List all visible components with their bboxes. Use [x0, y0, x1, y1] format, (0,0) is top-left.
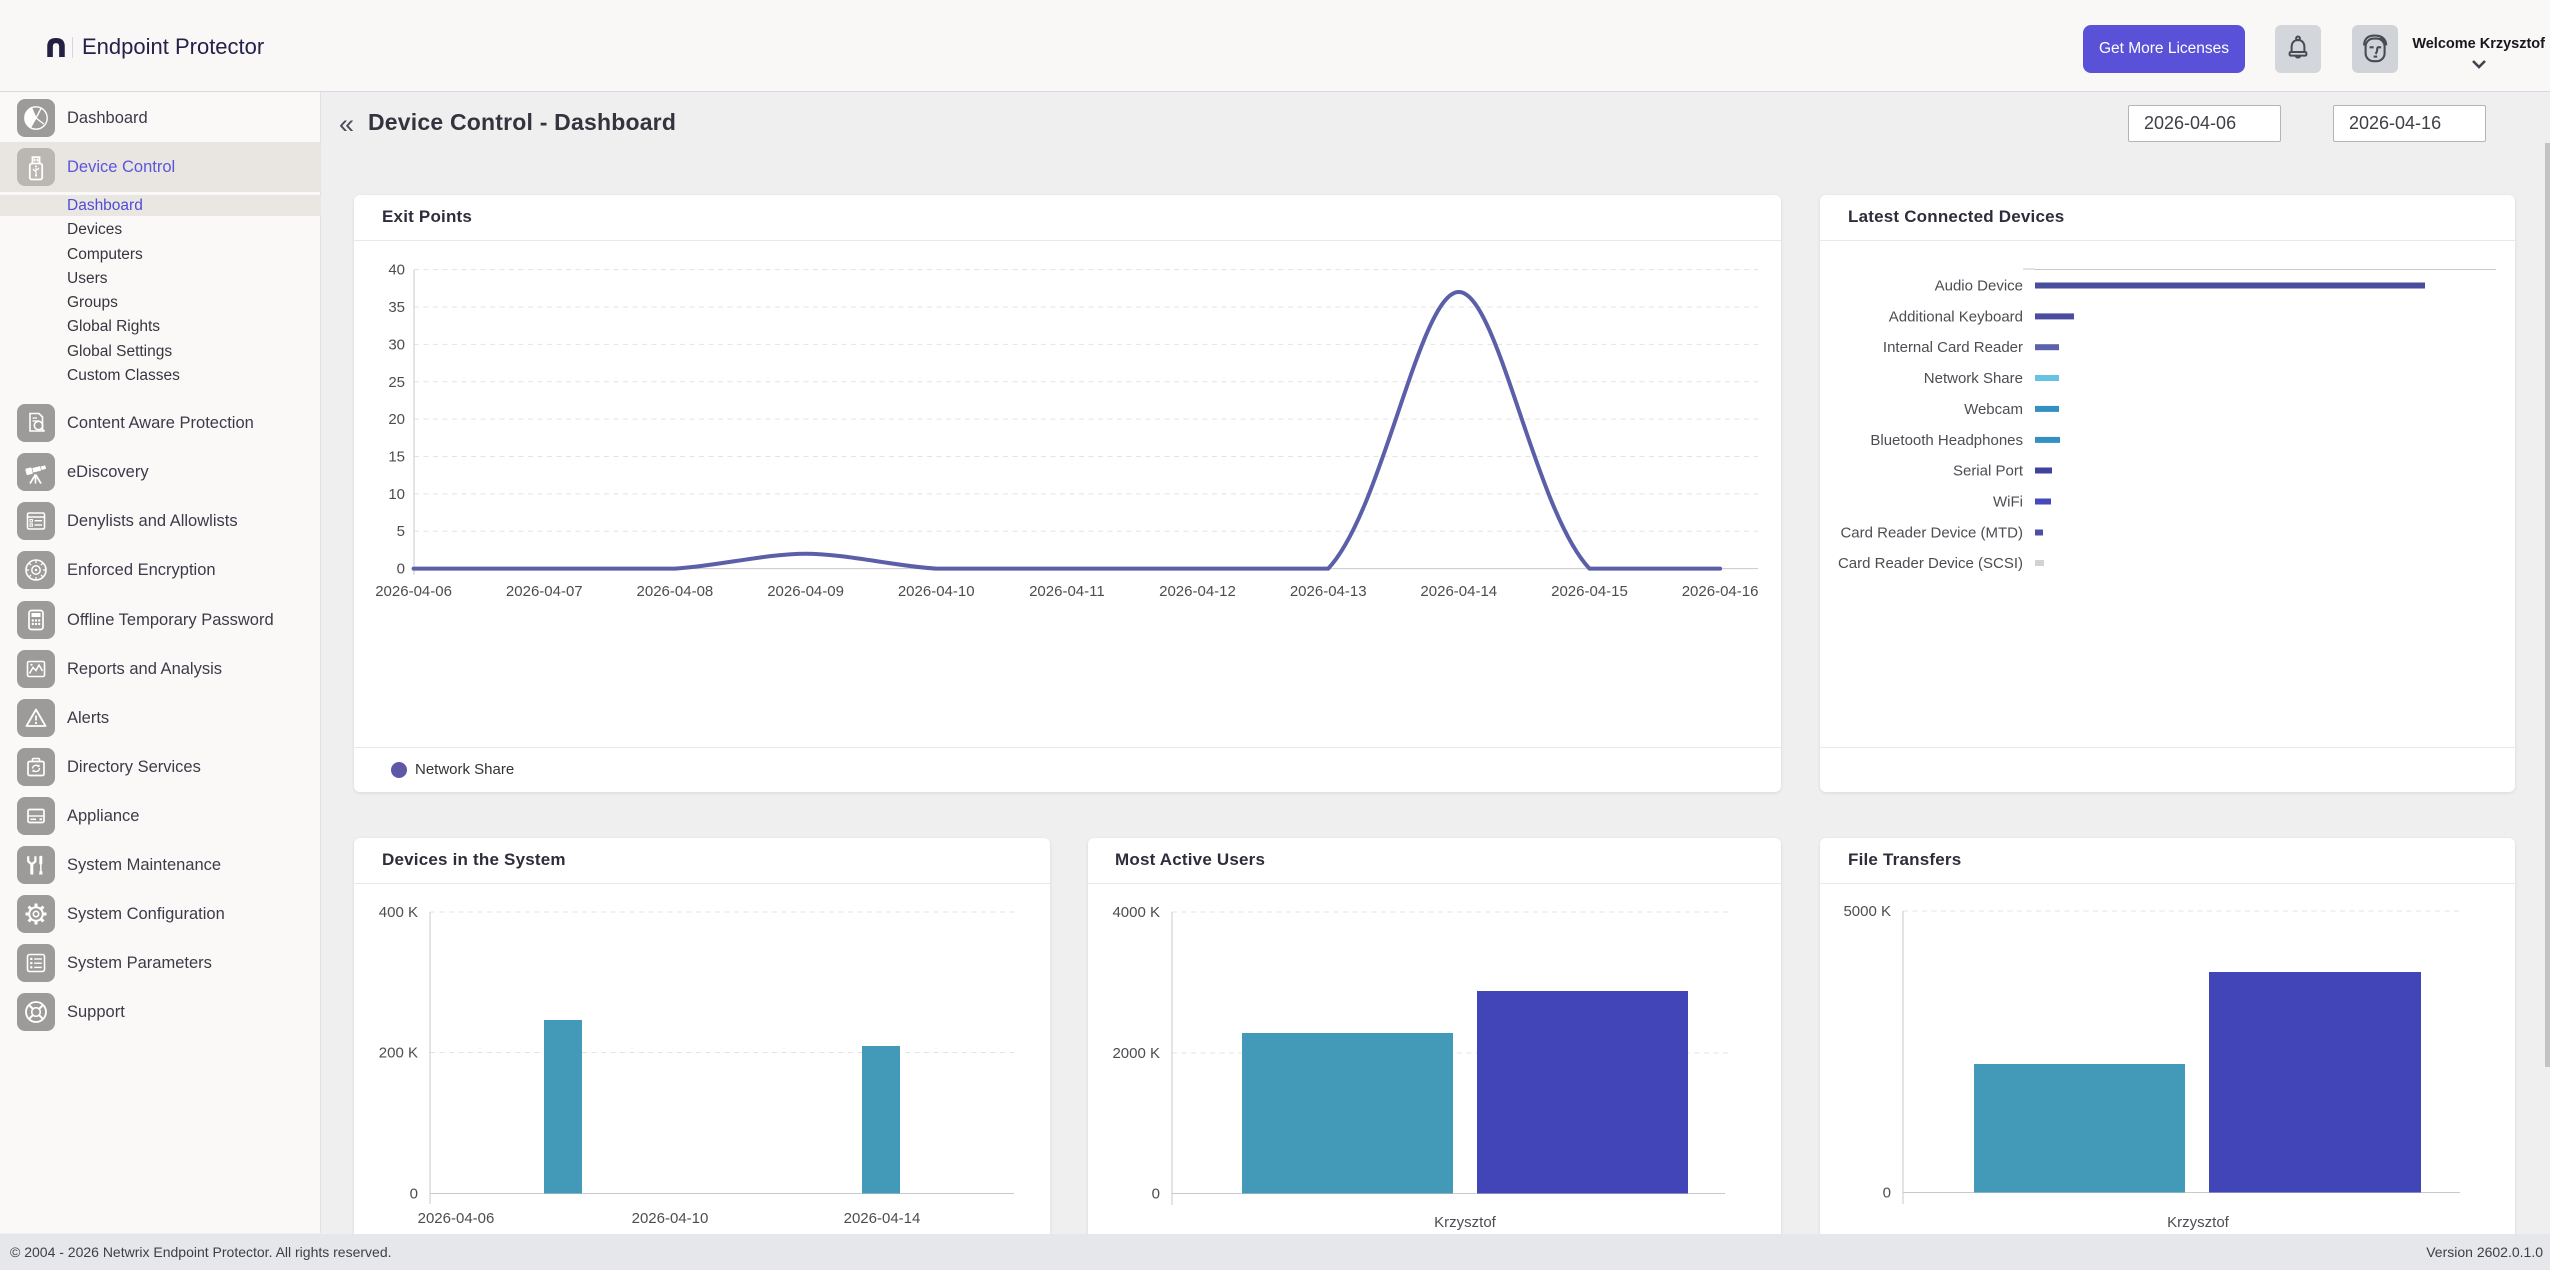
- svg-text:35: 35: [388, 299, 405, 316]
- svg-text:Audio Device: Audio Device: [1935, 278, 2023, 295]
- svg-text:15: 15: [388, 449, 405, 466]
- svg-text:2000 K: 2000 K: [1112, 1045, 1160, 1062]
- svg-text:Additional Keyboard: Additional Keyboard: [1889, 308, 2023, 325]
- svg-text:2026-04-16: 2026-04-16: [1682, 583, 1759, 600]
- svg-text:2026-04-12: 2026-04-12: [1159, 583, 1236, 600]
- svg-text:0: 0: [1883, 1185, 1891, 1202]
- svg-text:200 K: 200 K: [379, 1045, 418, 1062]
- svg-text:Serial Port: Serial Port: [1953, 463, 2024, 480]
- svg-text:Card Reader Device (MTD): Card Reader Device (MTD): [1840, 525, 2023, 542]
- svg-text:2026-04-06: 2026-04-06: [418, 1210, 495, 1227]
- svg-text:2026-04-11: 2026-04-11: [1029, 583, 1105, 600]
- svg-text:2026-04-07: 2026-04-07: [506, 583, 583, 600]
- svg-text:WiFi: WiFi: [1993, 494, 2023, 511]
- svg-text:5: 5: [397, 523, 405, 540]
- svg-text:20: 20: [388, 411, 405, 428]
- svg-text:Internal Card Reader: Internal Card Reader: [1883, 339, 2023, 356]
- svg-text:2026-04-14: 2026-04-14: [1420, 583, 1497, 600]
- svg-text:40: 40: [388, 262, 405, 279]
- svg-text:2026-04-14: 2026-04-14: [844, 1210, 921, 1227]
- svg-text:2026-04-10: 2026-04-10: [632, 1210, 709, 1227]
- svg-text:Krzysztof: Krzysztof: [1434, 1214, 1497, 1231]
- svg-text:Krzysztof: Krzysztof: [2167, 1214, 2230, 1231]
- svg-text:2026-04-06: 2026-04-06: [375, 583, 452, 600]
- svg-text:25: 25: [388, 374, 405, 391]
- svg-text:0: 0: [410, 1186, 418, 1203]
- svg-text:0: 0: [397, 561, 405, 578]
- svg-text:Webcam: Webcam: [1964, 401, 2023, 418]
- svg-text:10: 10: [388, 486, 405, 503]
- svg-text:Card Reader Device (SCSI): Card Reader Device (SCSI): [1838, 555, 2023, 572]
- svg-text:2026-04-08: 2026-04-08: [637, 583, 714, 600]
- svg-text:30: 30: [388, 336, 405, 353]
- svg-text:2026-04-15: 2026-04-15: [1551, 583, 1628, 600]
- svg-text:2026-04-10: 2026-04-10: [898, 583, 975, 600]
- svg-text:4000 K: 4000 K: [1112, 904, 1160, 921]
- svg-text:Network Share: Network Share: [1924, 370, 2023, 387]
- svg-text:5000 K: 5000 K: [1843, 903, 1891, 920]
- svg-text:400 K: 400 K: [379, 904, 418, 921]
- svg-text:Bluetooth Headphones: Bluetooth Headphones: [1870, 432, 2023, 449]
- svg-text:2026-04-13: 2026-04-13: [1290, 583, 1367, 600]
- svg-text:2026-04-09: 2026-04-09: [767, 583, 844, 600]
- svg-text:0: 0: [1152, 1186, 1160, 1203]
